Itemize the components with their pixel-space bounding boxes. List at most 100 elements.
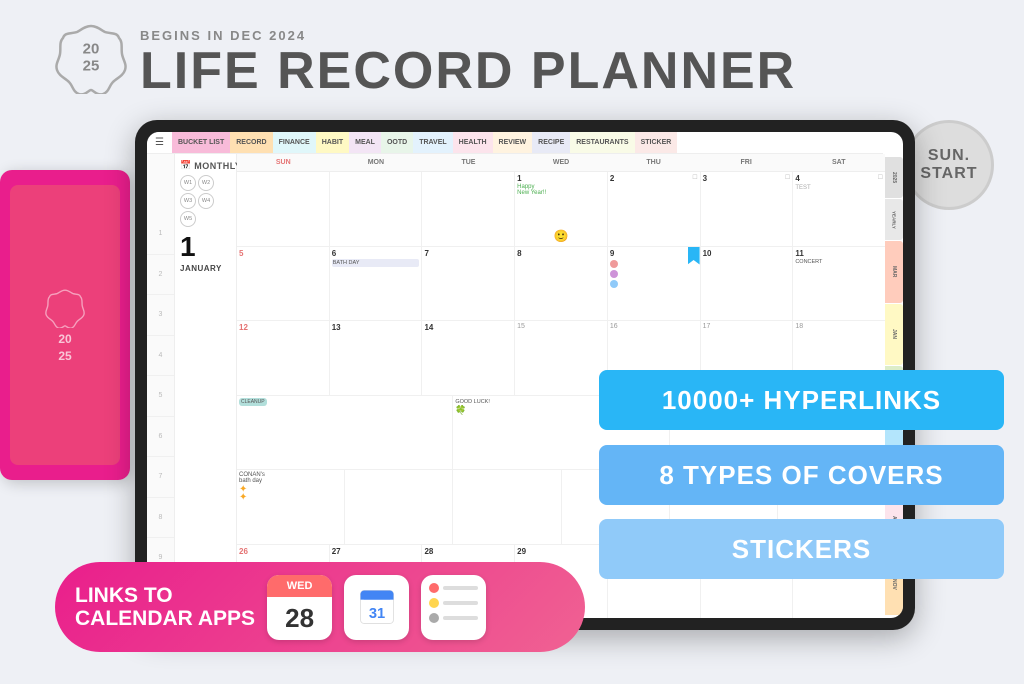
cal-cell-empty-1 [237,172,330,246]
cal-cell-fri-2: 10 [701,247,794,321]
day-num-26: 26 [239,547,327,556]
cal-cell-tue-5 [345,470,453,544]
reminder-bar-3 [443,616,478,620]
cal-cell-wed-1: 1 HappyNew Year!! 🙂 [515,172,608,246]
calendar-row-1: 1 HappyNew Year!! 🙂 2 ☐ 3 ☐ [237,172,885,247]
day-header-wed: WED [515,154,608,171]
day-num-27: 27 [332,547,420,556]
google-calendar-icon[interactable]: 31 [344,575,409,640]
plus-sticker-2: ✦ [239,492,342,503]
hyperlinks-text: 10000+ HYPERLINKS [662,385,941,416]
week-indicator-4: W4 [198,193,214,209]
date-day-label: WED [267,575,332,597]
svg-text:31: 31 [368,606,384,622]
row-num-5: 5 [147,376,174,417]
date-num-label: 28 [267,597,332,640]
nav-tab-sticker[interactable]: STICKER [635,132,678,153]
day-header-sun: SUN [237,154,330,171]
stickers-text: STICKERS [732,534,871,565]
monthly-header-row: 📅 MONTHLY [180,160,231,171]
reminder-line-2 [429,598,478,608]
header-subtitle: BEGINS IN DEC 2024 [140,28,796,43]
checkbox-4: ☐ [878,174,883,181]
nav-tab-finance[interactable]: FINANCE [273,132,316,153]
day-num-4: 4 [795,174,883,183]
nav-tab-recipe[interactable]: RECIPE [532,132,570,153]
nav-tab-travel[interactable]: TRAVEL [413,132,452,153]
reminder-dot-gray [429,613,439,623]
nav-tab-health[interactable]: HEALTH [453,132,493,153]
cal-cell-mon-5: CONAN'sbath day ✦ ✦ [237,470,345,544]
sun-label: SUN. [928,147,970,165]
cal-cell-wed-5 [453,470,561,544]
cal-cell-thu-2: 9 [608,247,701,321]
day-headers-row: SUN MON TUE WED THU FRI SAT [237,154,885,172]
cleanup-badge: CLEANUP [239,398,267,406]
day-num-28: 28 [424,547,512,556]
cal-cell-sun-3: 12 [237,321,330,395]
monthly-label: MONTHLY [194,161,241,171]
month-name-label: JANUARY [180,264,231,273]
year-badge: 20 25 [55,22,127,94]
calendar-apps-banner: LINKS TOCALENDAR APPS WED 28 31 [55,562,585,652]
nav-tab-habit[interactable]: HABIT [316,132,349,153]
year-text: 20 25 [83,42,100,75]
cal-cell-tue-2: 7 [422,247,515,321]
month-number-large: 1 [180,233,231,261]
smiley-sticker: 🙂 [554,229,569,243]
day-num-16: 16 [610,323,698,330]
nav-tab-meal[interactable]: MEAL [349,132,381,153]
day-num-7: 7 [424,249,512,258]
week-indicator-5: W5 [180,211,196,227]
row-num-4: 4 [147,336,174,377]
cal-cell-wed-3: 15 [515,321,608,395]
day-num-1-wed: 1 [517,174,605,183]
cal-cell-sat-1: 4 TEST ☐ [793,172,885,246]
day-num-17: 17 [703,323,791,330]
cal-cell-mon-2: 6 BATH DAY [330,247,423,321]
cal-cell-sat-2: 11 CONCERT [793,247,885,321]
feature-banner-stickers: STICKERS [599,519,1004,579]
cal-cell-sun-2: 5 [237,247,330,321]
week-indicator-2: W2 [198,175,214,191]
cal-cell-mon-3: 13 [330,321,423,395]
nav-tab-restaurants[interactable]: RESTAURANTS [570,132,634,153]
covers-text: 8 TYPES OF COVERS [659,460,943,491]
reminders-app-icon[interactable] [421,575,486,640]
reminder-dot-yellow [429,598,439,608]
start-label: START [920,165,977,183]
year-tab-yearly[interactable]: YEARLY [885,199,903,240]
nav-tab-record[interactable]: RECORD [230,132,272,153]
week-indicators: W1 W2 W3 W4 W5 [180,175,231,227]
day-header-fri: FRI [700,154,793,171]
row-num-2: 2 [147,255,174,296]
day-num-13: 13 [332,323,420,332]
year-tab-mar[interactable]: MAR [885,241,903,303]
date-app-icon[interactable]: WED 28 [267,575,332,640]
year-tab-jan[interactable]: JAN [885,304,903,366]
gcal-svg: 31 [355,585,399,629]
nav-tab-ootd[interactable]: OOTD [381,132,413,153]
day-header-sat: SAT [792,154,885,171]
day-num-9: 9 [610,249,698,258]
day-num-2: 2 [610,174,698,183]
reminder-line-1 [429,583,478,593]
row-num-8: 8 [147,498,174,539]
new-year-event: HappyNew Year!! [517,184,605,196]
hamburger-icon[interactable]: ☰ [147,137,172,148]
feature-banner-covers: 8 TYPES OF COVERS [599,445,1004,505]
day-num-10: 10 [703,249,791,258]
test-event: TEST [795,185,883,191]
day-num-18: 18 [795,323,883,330]
nav-tab-review[interactable]: REVIEW [493,132,533,153]
reminder-bar-2 [443,601,478,605]
nav-tab-bucketlist[interactable]: BUCKET LIST [172,132,230,153]
cal-cell-empty-3 [422,172,515,246]
day-num-14: 14 [424,323,512,332]
feature-banner-hyperlinks: 10000+ HYPERLINKS [599,370,1004,430]
day-num-12: 12 [239,323,327,332]
checkbox-2: ☐ [692,174,697,181]
row-num-1: 1 [147,214,174,255]
year-tab-2025[interactable]: 2025 [885,157,903,198]
reminder-dot-red [429,583,439,593]
